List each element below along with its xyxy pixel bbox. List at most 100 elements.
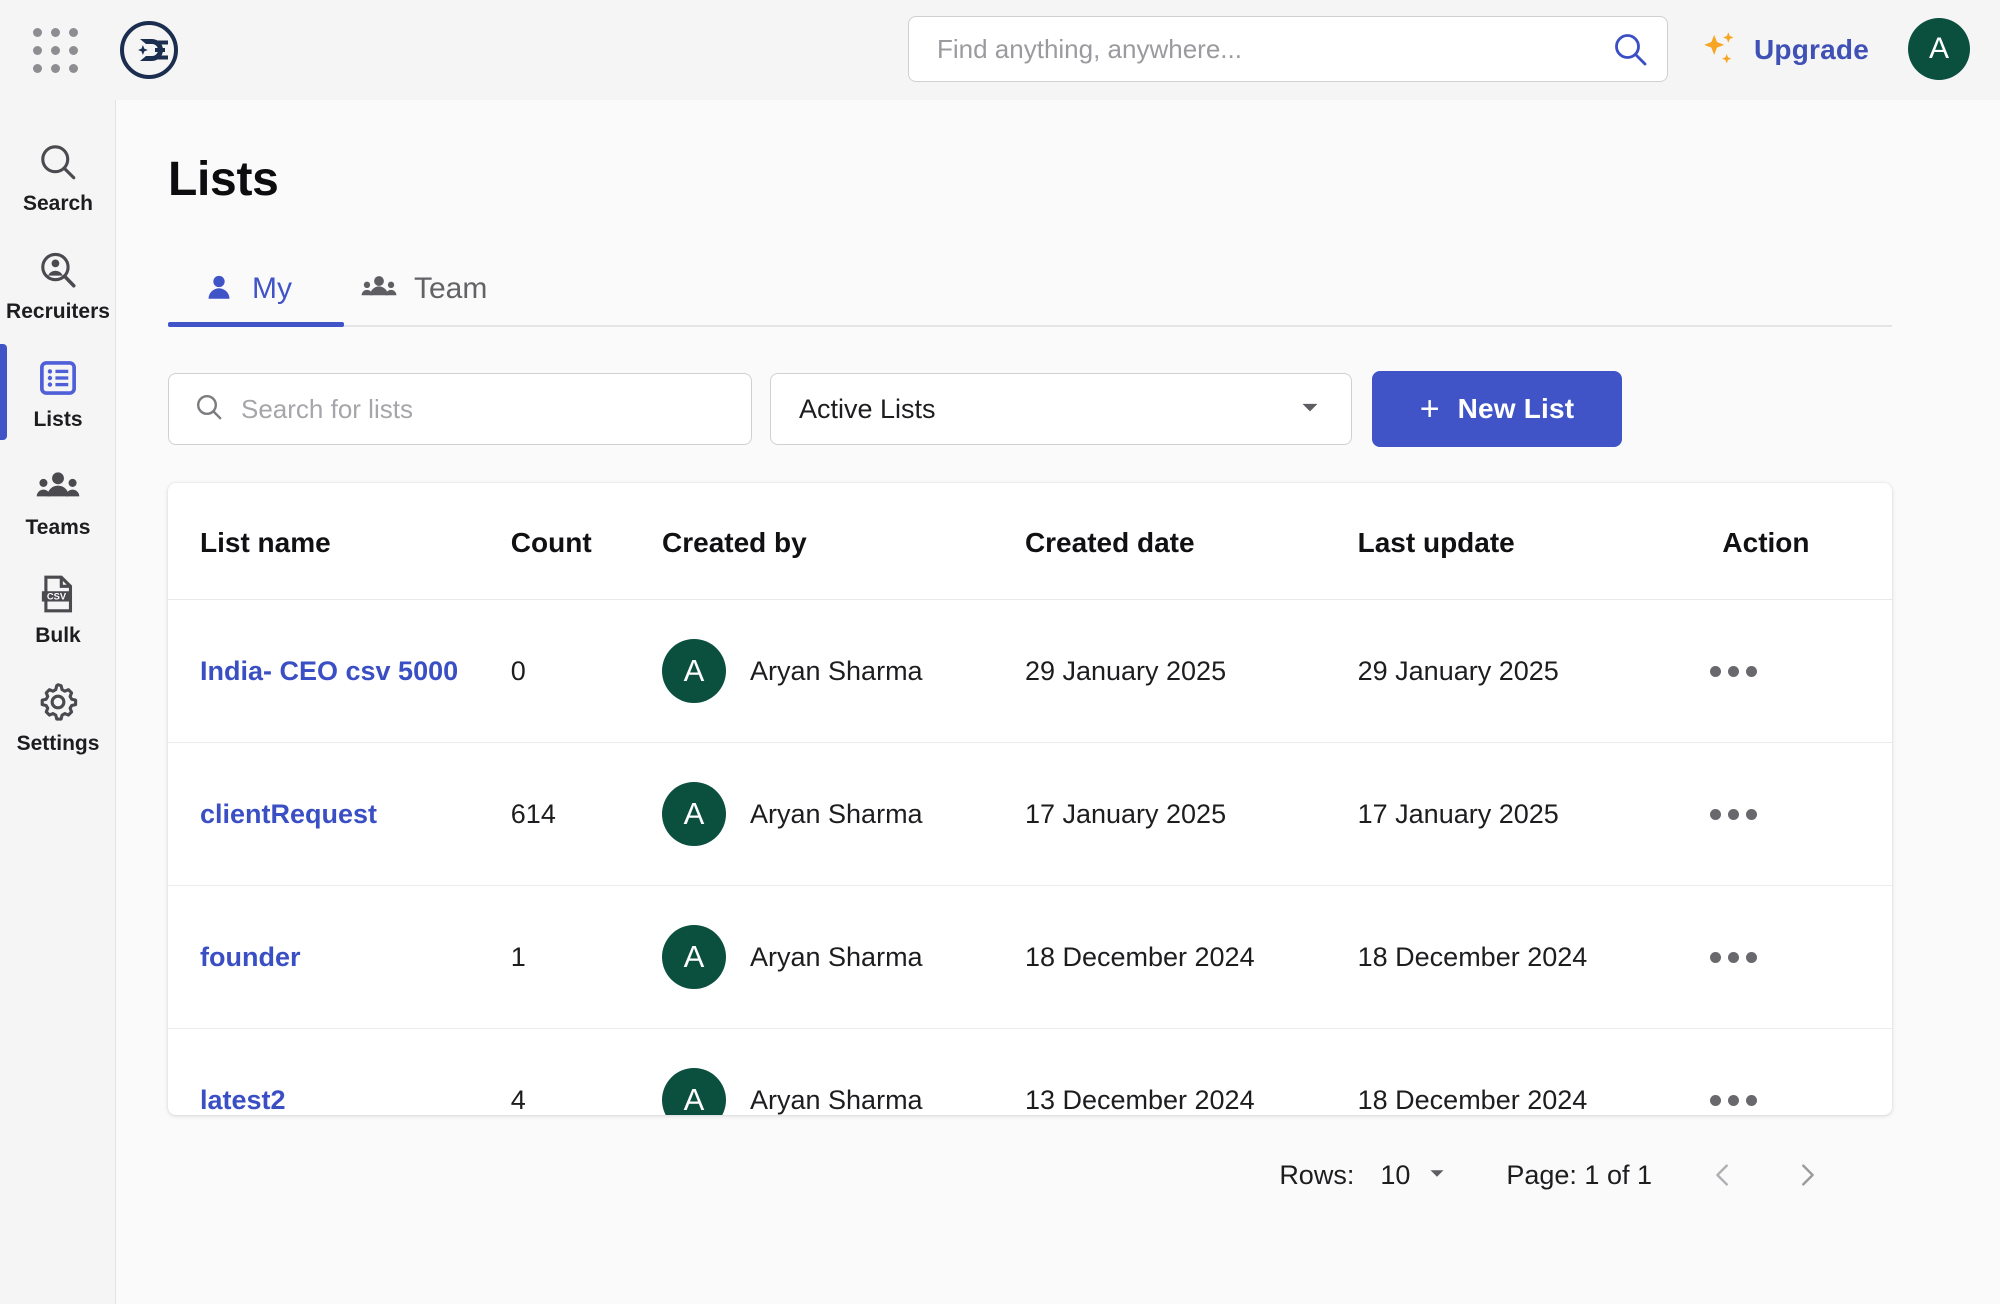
upgrade-button[interactable]: Upgrade: [1700, 24, 1869, 76]
tab-label: My: [252, 272, 292, 305]
apps-grid-icon[interactable]: [28, 23, 82, 77]
sidebar-item-label: Search: [22, 191, 94, 215]
rows-per-page-select[interactable]: 10: [1380, 1160, 1450, 1191]
avatar: A: [662, 639, 726, 703]
cell-last-update: 29 January 2025: [1357, 655, 1559, 686]
avatar: A: [662, 1068, 726, 1115]
list-name-link[interactable]: clientRequest: [200, 799, 377, 829]
app-root: Upgrade A Search Recr: [0, 0, 2000, 1304]
table-row: founder 1 A Aryan Sharma 18 December 202…: [168, 886, 1892, 1029]
cell-created-by: A Aryan Sharma: [662, 1029, 1025, 1115]
cell-count: 0: [510, 655, 526, 686]
cell-created-date: 17 January 2025: [1024, 798, 1227, 829]
avatar: A: [662, 925, 726, 989]
sidebar-item-teams[interactable]: Teams: [0, 446, 116, 554]
new-list-button[interactable]: + New List: [1372, 371, 1622, 447]
sidebar-item-label: Lists: [33, 407, 83, 431]
created-by-name: Aryan Sharma: [750, 1084, 923, 1115]
search-input[interactable]: [241, 374, 751, 444]
list-name-link[interactable]: founder: [200, 942, 301, 972]
created-by-name: Aryan Sharma: [750, 941, 923, 972]
people-icon: [35, 463, 81, 509]
main-content: Lists My Team Search for lists Active Li…: [116, 100, 2000, 1304]
cell-created-date: 13 December 2024: [1024, 1084, 1255, 1115]
search-icon: [35, 139, 81, 185]
de-brand-logo[interactable]: [118, 19, 180, 81]
cell-list-name: founder: [168, 886, 511, 1029]
grid-dot: [32, 45, 42, 55]
cell-action: [1700, 1029, 1892, 1116]
column-header-last-update: Last update: [1357, 483, 1701, 600]
svg-text:CSV: CSV: [47, 591, 67, 601]
table-row: India- CEO csv 5000 0 A Aryan Sharma 29 …: [168, 600, 1892, 743]
grid-dot: [68, 63, 78, 73]
more-options-icon[interactable]: [1700, 658, 1767, 685]
rows-label: Rows:: [1279, 1159, 1355, 1190]
global-search-input[interactable]: [909, 17, 1593, 81]
lists-table-card: List name Count Created by Created date …: [168, 483, 1892, 1115]
rows-per-page-value: 10: [1380, 1159, 1411, 1190]
person-search-icon: [35, 247, 81, 293]
cell-created-by: A Aryan Sharma: [662, 600, 1025, 743]
cell-count: 4: [510, 1084, 526, 1115]
cell-action: [1700, 743, 1892, 886]
sidebar-item-label: Bulk: [35, 623, 81, 647]
sidebar-item-label: Settings: [16, 731, 100, 755]
tab-my[interactable]: My: [168, 253, 326, 325]
cell-last-update: 18 December 2024: [1357, 941, 1588, 972]
cell-created-date: 29 January 2025: [1024, 655, 1227, 686]
grid-dot: [50, 27, 60, 37]
list-name-link[interactable]: India- CEO csv 5000: [200, 656, 458, 686]
chevron-right-icon[interactable]: [1774, 1150, 1840, 1200]
pagination: Rows: 10 Page: 1 of 1: [116, 1145, 1840, 1205]
column-header-count: Count: [510, 483, 662, 600]
grid-dot: [68, 45, 78, 55]
created-by-name: Aryan Sharma: [750, 655, 923, 686]
lists-table: List name Count Created by Created date …: [168, 483, 1892, 1115]
new-list-label: New List: [1457, 393, 1575, 424]
sidebar-item-settings[interactable]: Settings: [0, 662, 116, 770]
list-search-field[interactable]: [168, 373, 752, 445]
table-row: clientRequest 614 A Aryan Sharma 17 Janu…: [168, 743, 1892, 886]
page-indicator: Page: 1 of 1: [1506, 1159, 1652, 1190]
tab-bar: My Team: [168, 253, 1892, 327]
cell-created-date: 18 December 2024: [1024, 941, 1255, 972]
more-options-icon[interactable]: [1700, 1087, 1767, 1114]
tab-team[interactable]: Team: [326, 253, 521, 325]
search-icon: [193, 391, 225, 428]
table-row: latest2 4 A Aryan Sharma 13 December 202…: [168, 1029, 1892, 1116]
sidebar-item-recruiters[interactable]: Recruiters: [0, 230, 116, 338]
created-by-name: Aryan Sharma: [750, 798, 923, 829]
page-title: Lists: [168, 153, 279, 206]
grid-dot: [50, 63, 60, 73]
gear-icon: [35, 679, 81, 725]
cell-list-name: latest2: [168, 1029, 511, 1116]
search-icon[interactable]: [1593, 17, 1667, 81]
cell-created-by: A Aryan Sharma: [662, 743, 1025, 886]
list-name-link[interactable]: latest2: [200, 1085, 286, 1115]
column-header-list-name: List name: [168, 483, 511, 600]
top-bar: Upgrade A: [0, 0, 2000, 100]
sidebar-item-bulk[interactable]: CSV Bulk: [0, 554, 116, 662]
cell-count: 1: [510, 941, 526, 972]
sidebar-item-search[interactable]: Search: [0, 122, 116, 230]
more-options-icon[interactable]: [1700, 801, 1767, 828]
global-search-bar[interactable]: [908, 16, 1668, 82]
table-header: List name Count Created by Created date …: [168, 483, 1892, 600]
column-header-created-by: Created by: [662, 483, 1025, 600]
cell-action: [1700, 886, 1892, 1029]
more-options-icon[interactable]: [1700, 944, 1767, 971]
avatar[interactable]: A: [1908, 18, 1970, 80]
pagination-arrows: [1690, 1150, 1840, 1200]
sidebar-item-label: Recruiters: [6, 299, 110, 323]
sidebar-item-lists[interactable]: Lists: [0, 338, 116, 446]
list-toolbar: Active Lists + New List: [168, 371, 1892, 447]
sidebar-item-label: Teams: [25, 515, 91, 539]
list-status-filter[interactable]: Active Lists: [770, 373, 1352, 445]
cell-last-update: 18 December 2024: [1357, 1084, 1588, 1115]
cell-list-name: clientRequest: [168, 743, 511, 886]
cell-list-name: India- CEO csv 5000: [168, 600, 511, 743]
chevron-left-icon[interactable]: [1690, 1150, 1756, 1200]
grid-dot: [68, 27, 78, 37]
upgrade-label: Upgrade: [1754, 34, 1869, 65]
